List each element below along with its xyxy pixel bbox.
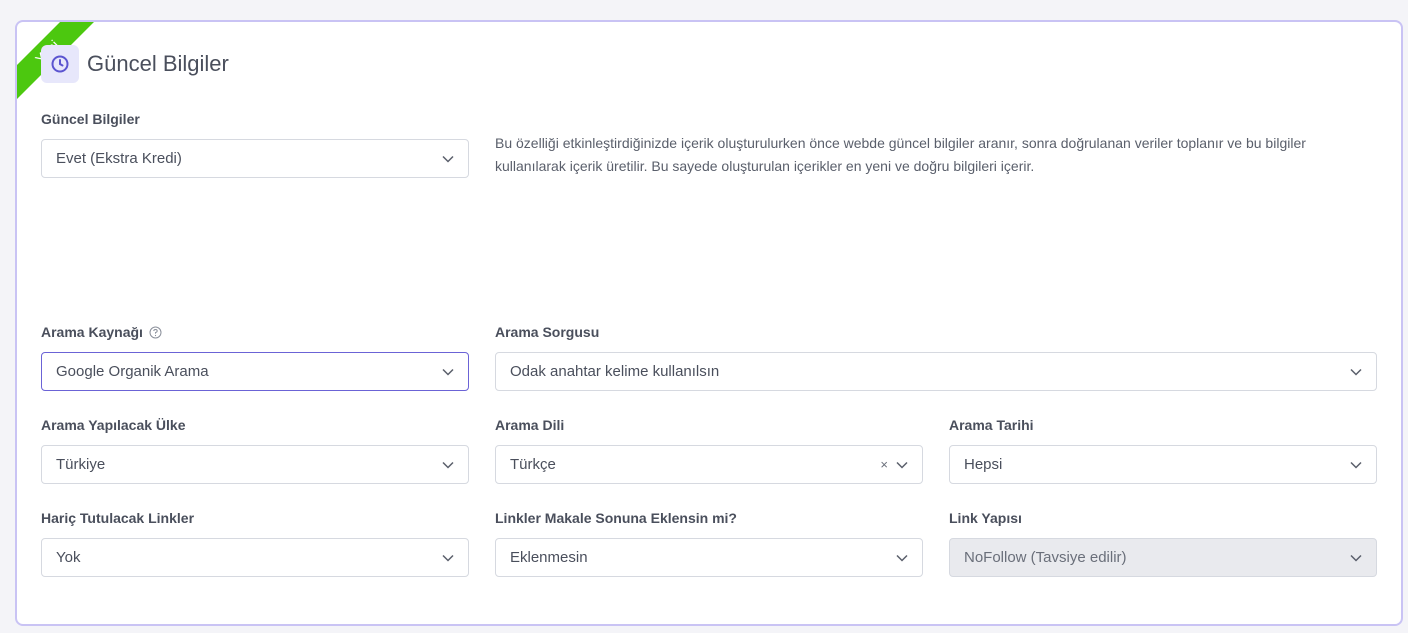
chevron-down-icon: [442, 155, 454, 163]
arama-kaynagi-label-text: Arama Kaynağı: [41, 324, 143, 340]
help-circle-icon[interactable]: [149, 326, 162, 339]
arama-ulke-value: Türkiye: [56, 456, 106, 473]
arama-tarihi-select[interactable]: Hepsi: [949, 445, 1377, 484]
clock-icon: [41, 45, 79, 83]
link-yapisi-value: NoFollow (Tavsiye edilir): [964, 549, 1127, 566]
arama-tarihi-label: Arama Tarihi: [949, 417, 1034, 433]
linkler-sonuna-select[interactable]: Eklenmesin: [495, 538, 923, 577]
arama-sorgusu-label: Arama Sorgusu: [495, 324, 600, 340]
link-yapisi-select: NoFollow (Tavsiye edilir): [949, 538, 1377, 577]
section-title: Güncel Bilgiler: [87, 51, 229, 76]
linkler-sonuna-value: Eklenmesin: [510, 549, 588, 566]
chevron-down-icon: [896, 554, 908, 562]
clear-icon[interactable]: ×: [880, 457, 888, 472]
chevron-down-icon: [442, 554, 454, 562]
arama-tarihi-value: Hepsi: [964, 456, 1003, 473]
chevron-down-icon: [1350, 368, 1362, 376]
chevron-down-icon: [442, 461, 454, 469]
link-yapisi-label: Link Yapısı: [949, 510, 1022, 526]
arama-kaynagi-select[interactable]: Google Organik Arama: [41, 352, 469, 391]
chevron-down-icon: [896, 461, 908, 469]
arama-ulke-select[interactable]: Türkiye: [41, 445, 469, 484]
guncel-bilgiler-select[interactable]: Evet (Ekstra Kredi): [41, 139, 469, 178]
arama-kaynagi-label: Arama Kaynağı: [41, 324, 162, 340]
arama-dili-select[interactable]: Türkçe ×: [495, 445, 923, 484]
arama-dili-label: Arama Dili: [495, 417, 565, 433]
guncel-bilgiler-value: Evet (Ekstra Kredi): [56, 150, 182, 167]
section-header: Güncel Bilgiler: [41, 45, 229, 83]
chevron-down-icon: [1350, 461, 1362, 469]
guncel-bilgiler-label: Güncel Bilgiler: [41, 111, 140, 127]
haric-linkler-label: Hariç Tutulacak Linkler: [41, 510, 195, 526]
linkler-sonuna-label: Linkler Makale Sonuna Eklensin mi?: [495, 510, 737, 526]
haric-linkler-select[interactable]: Yok: [41, 538, 469, 577]
arama-kaynagi-value: Google Organik Arama: [56, 363, 209, 380]
arama-sorgusu-select[interactable]: Odak anahtar kelime kullanılsın: [495, 352, 1377, 391]
arama-ulke-label: Arama Yapılacak Ülke: [41, 417, 186, 433]
haric-linkler-value: Yok: [56, 549, 81, 566]
arama-sorgusu-value: Odak anahtar kelime kullanılsın: [510, 363, 720, 380]
chevron-down-icon: [442, 368, 454, 376]
guncel-bilgiler-card: Yeni Güncel Bilgiler Güncel Bilgiler Eve…: [15, 20, 1403, 626]
arama-dili-value: Türkçe: [510, 456, 556, 473]
chevron-down-icon: [1350, 554, 1362, 562]
guncel-bilgiler-description: Bu özelliği etkinleştirdiğinizde içerik …: [495, 135, 1306, 174]
